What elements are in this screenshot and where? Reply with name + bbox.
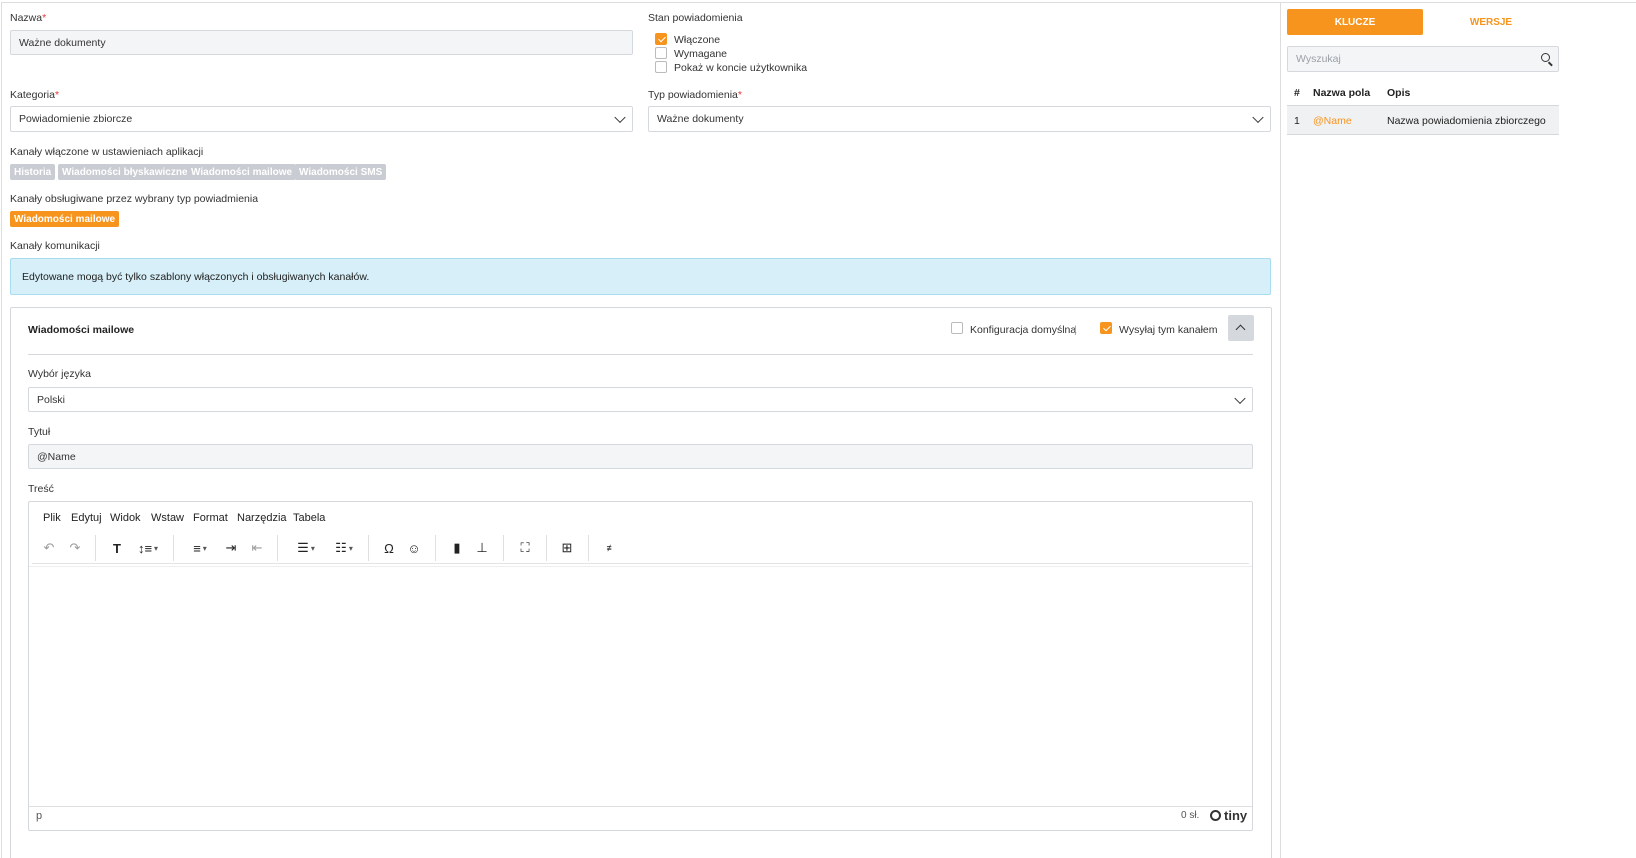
channel-panel-title: Wiadomości mailowe: [28, 324, 135, 336]
bookmark-icon[interactable]: ▮: [448, 538, 466, 558]
chevron-down-icon: [1252, 111, 1264, 124]
word-count: 0 sł.: [1181, 810, 1200, 821]
toolbar-bottom-border: [32, 563, 1249, 564]
default-config-checkbox[interactable]: [951, 322, 963, 334]
column-header-desc: Opis: [1387, 87, 1411, 99]
line-height-icon[interactable]: ↕≡ ▾: [134, 538, 162, 558]
menu-file[interactable]: Plik: [43, 512, 61, 524]
editor-content-area[interactable]: [29, 566, 1252, 806]
language-label: Wybór języka: [28, 368, 91, 380]
required-label: Wymagane: [674, 48, 728, 60]
channel-tag: Wiadomości mailowe: [187, 164, 297, 180]
divider: |: [1074, 324, 1077, 336]
comm-channels-label: Kanały komunikacji: [10, 240, 100, 252]
statusbar-border: [29, 806, 1252, 807]
send-channel-label: Wysyłaj tym kanałem: [1119, 324, 1218, 336]
menu-tools[interactable]: Narzędzia: [237, 512, 287, 524]
channel-tag: Wiadomości błyskawiczne: [58, 164, 192, 180]
chevron-down-icon: [1234, 392, 1246, 404]
type-label: Typ powiadomienia*: [648, 89, 742, 101]
enabled-label: Włączone: [674, 34, 721, 46]
collapse-button[interactable]: [1228, 315, 1254, 341]
supported-channels-label: Kanały obsługiwane przez wybrany typ pow…: [10, 193, 259, 205]
title-label: Tytuł: [28, 426, 51, 438]
emoji-icon[interactable]: ☺: [405, 538, 423, 558]
table-icon[interactable]: ⊞: [558, 538, 576, 558]
enabled-checkbox[interactable]: [655, 33, 667, 45]
supported-channel-tag: Wiadomości mailowe: [10, 211, 120, 227]
search-icon-handle: [1548, 61, 1553, 67]
special-char-icon[interactable]: Ω: [380, 538, 398, 558]
search-input[interactable]: [1288, 47, 1528, 71]
channel-tag: Historia: [10, 164, 56, 180]
toolbar-separator: [588, 535, 589, 561]
toolbar-separator: [435, 535, 436, 561]
undo-icon[interactable]: ↶: [40, 538, 58, 558]
column-header-num: #: [1294, 87, 1300, 99]
menu-view[interactable]: Widok: [110, 512, 141, 524]
panel-divider: [28, 354, 1253, 355]
align-left-icon[interactable]: ≡ ▾: [186, 538, 214, 558]
search-box: [1287, 46, 1559, 72]
toolbar-separator: [277, 535, 278, 561]
toolbar-separator: [368, 535, 369, 561]
tab-keys[interactable]: KLUCZE: [1287, 9, 1423, 35]
menu-insert[interactable]: Wstaw: [151, 512, 184, 524]
row-field-link[interactable]: @Name: [1313, 115, 1352, 127]
indent-icon[interactable]: ⇥: [222, 538, 240, 558]
menu-edit[interactable]: Edytuj: [71, 512, 102, 524]
category-label: Kategoria*: [10, 89, 60, 101]
content-label: Treść: [28, 483, 54, 495]
title-field[interactable]: @Name: [28, 444, 1253, 469]
toolbar-separator: [503, 535, 504, 561]
menu-table[interactable]: Tabela: [293, 512, 325, 524]
name-label: Nazwa*: [10, 12, 47, 24]
text-format-icon[interactable]: T: [109, 538, 125, 558]
row-desc: Nazwa powiadomienia zbiorczego: [1387, 115, 1546, 127]
info-alert: Edytowane mogą być tylko szablony włączo…: [10, 258, 1271, 295]
name-field[interactable]: Ważne dokumenty: [10, 30, 633, 55]
chevron-up-icon: [1235, 324, 1246, 335]
spellcheck-icon[interactable]: ≢: [602, 538, 620, 558]
channel-tag: Wiadomości SMS: [295, 164, 387, 180]
required-checkbox[interactable]: [655, 47, 667, 59]
element-path: p: [36, 810, 43, 822]
bullet-list-icon[interactable]: ☰ ▾: [290, 538, 322, 558]
menu-format[interactable]: Format: [193, 512, 228, 524]
fullscreen-icon[interactable]: ⛶: [516, 538, 534, 558]
column-header-field: Nazwa pola: [1313, 87, 1371, 99]
outdent-icon[interactable]: ⇤: [248, 538, 266, 558]
type-select[interactable]: Ważne dokumenty: [648, 106, 1271, 132]
language-select[interactable]: Polski: [28, 387, 1253, 412]
category-select[interactable]: Powiadomienie zbiorcze: [10, 106, 633, 132]
default-config-label: Konfiguracja domyślna: [970, 324, 1077, 336]
toolbar-separator: [95, 535, 96, 561]
redo-icon[interactable]: ↷: [66, 538, 84, 558]
chevron-down-icon: [614, 111, 626, 124]
toolbar-separator: [173, 535, 174, 561]
status-label: Stan powiadomienia: [648, 12, 743, 24]
enabled-channels-label: Kanały włączone w ustawieniach aplikacji: [10, 146, 204, 158]
send-channel-checkbox[interactable]: [1100, 322, 1112, 334]
show-in-account-label: Pokaż w koncie użytkownika: [674, 62, 808, 74]
numbered-list-icon[interactable]: ☷ ▾: [328, 538, 360, 558]
tiny-logo-icon: [1210, 810, 1221, 821]
row-num: 1: [1294, 115, 1300, 127]
toolbar-separator: [546, 535, 547, 561]
stamp-icon[interactable]: ⊥: [473, 538, 491, 558]
show-in-account-checkbox[interactable]: [655, 61, 667, 73]
tiny-brand: tiny: [1210, 808, 1247, 823]
tab-versions[interactable]: WERSJE: [1423, 9, 1559, 35]
sidebar-divider: [1280, 3, 1281, 858]
